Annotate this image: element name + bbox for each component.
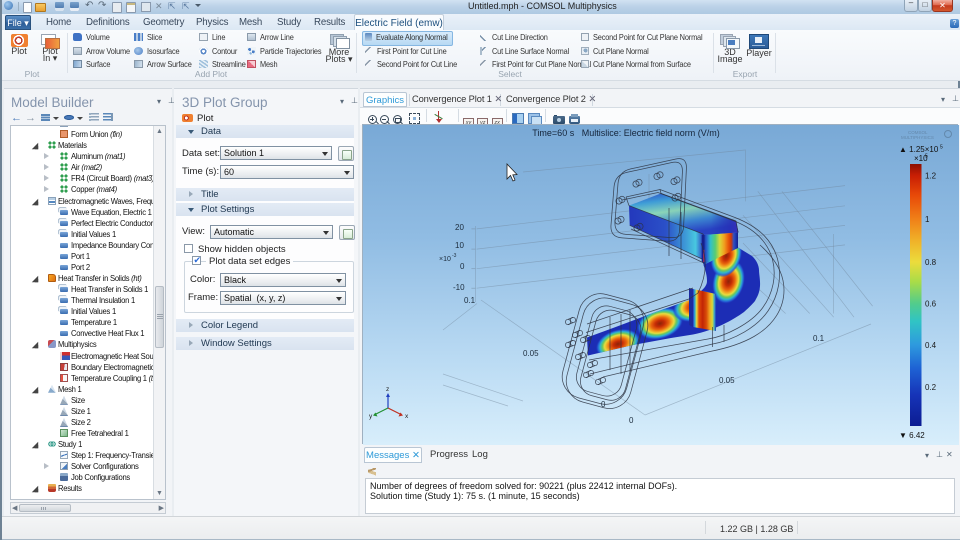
svg-text:5: 5: [940, 145, 943, 151]
svg-text:-3: -3: [452, 253, 457, 259]
svg-text:0.1: 0.1: [813, 334, 825, 343]
svg-text:0.4: 0.4: [925, 341, 937, 350]
svg-text:0.8: 0.8: [925, 258, 937, 267]
svg-text:0: 0: [629, 416, 634, 425]
svg-text:0.05: 0.05: [523, 349, 539, 358]
svg-text:0: 0: [460, 262, 465, 271]
svg-text:1: 1: [925, 215, 930, 224]
svg-text:10: 10: [455, 241, 464, 250]
svg-text:-10: -10: [453, 283, 465, 292]
svg-text:0.6: 0.6: [925, 300, 937, 309]
svg-text:5: 5: [925, 154, 928, 160]
svg-text:z: z: [386, 386, 389, 393]
svg-text:0.2: 0.2: [925, 383, 937, 392]
svg-text:▲ 1.25×10: ▲ 1.25×10: [899, 145, 939, 154]
svg-text:MULTIPHYSICS: MULTIPHYSICS: [901, 135, 934, 140]
svg-text:0.1: 0.1: [464, 296, 476, 305]
svg-text:0.05: 0.05: [719, 376, 735, 385]
svg-text:1.2: 1.2: [925, 172, 937, 181]
svg-text:20: 20: [455, 223, 464, 232]
svg-text:▼ 6.42: ▼ 6.42: [899, 431, 925, 440]
svg-text:Time=60 s Multislice: Electr: Time=60 s Multislice: Electric field nor…: [532, 128, 719, 138]
svg-text:×10: ×10: [439, 256, 451, 263]
